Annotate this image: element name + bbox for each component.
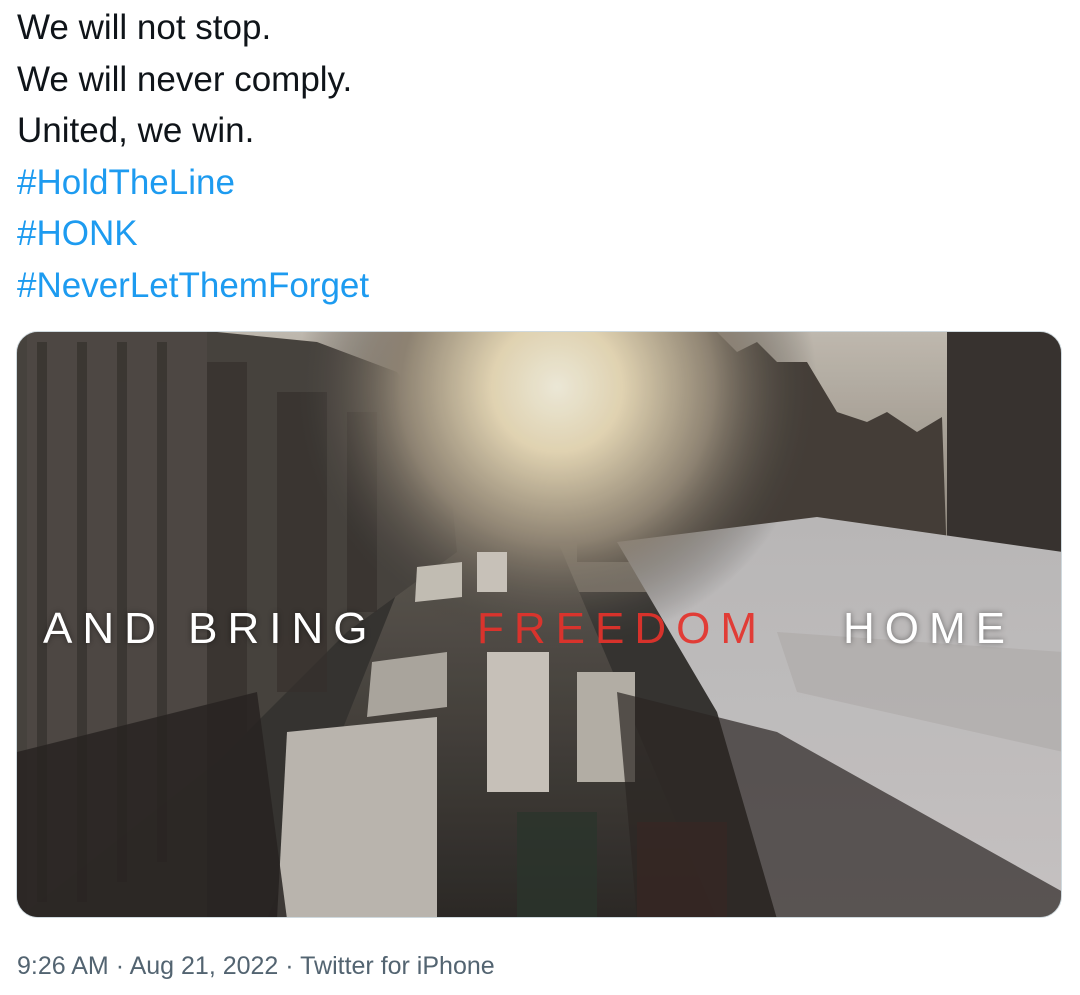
tweet-text-line: We will never comply.: [17, 59, 353, 99]
tweet-time[interactable]: 9:26 AM: [17, 952, 109, 980]
caption-highlight-text: FREEDOM: [477, 604, 767, 653]
caption-text: HOME: [843, 604, 1015, 653]
tweet-video[interactable]: AND BRING FREEDOM HOME: [16, 331, 1062, 918]
tweet-date[interactable]: Aug 21, 2022: [130, 952, 279, 980]
tweet-text-line: We will not stop.: [17, 8, 272, 47]
tweet-metadata: 9:26 AM · Aug 21, 2022 · Twitter for iPh…: [17, 952, 495, 981]
tweet-text-line: United, we win.: [17, 111, 255, 150]
caption-text: AND BRING: [43, 604, 378, 653]
hashtag-link[interactable]: #NeverLetThemForget: [17, 260, 369, 312]
meta-separator: ·: [115, 952, 125, 980]
meta-separator: ·: [285, 952, 294, 980]
tweet-source: Twitter for iPhone: [300, 952, 495, 980]
video-caption: AND BRING FREEDOM HOME: [17, 604, 1061, 674]
hashtag-link[interactable]: #HoldTheLine: [17, 157, 369, 209]
hashtag-link[interactable]: #HONK: [17, 208, 369, 260]
tweet-text: We will not stop. We will never comply. …: [17, 2, 369, 311]
